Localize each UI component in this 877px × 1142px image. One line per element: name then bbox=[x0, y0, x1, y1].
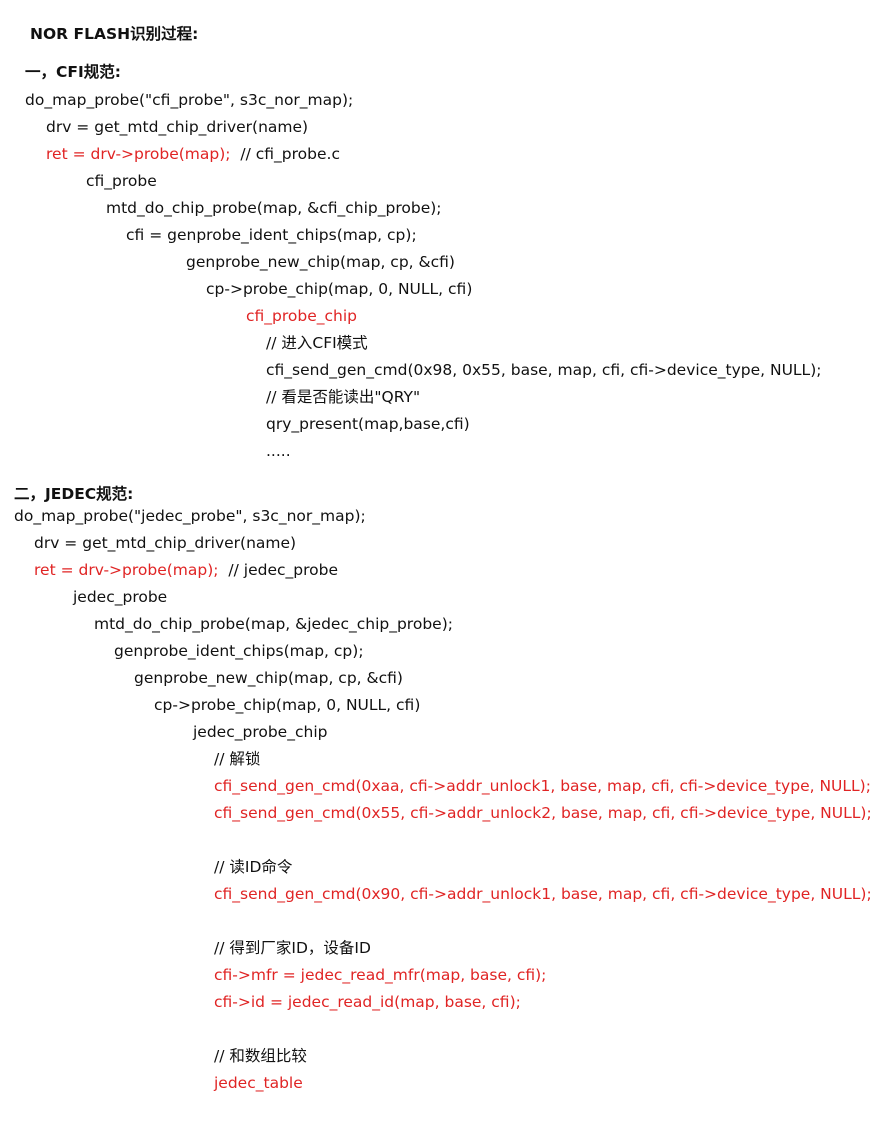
code-line: genprobe_ident_chips(map, cp); bbox=[114, 642, 364, 660]
code-line: cfi_send_gen_cmd(0x98, 0x55, base, map, … bbox=[266, 361, 822, 379]
code-comment: // jedec_probe bbox=[218, 561, 338, 579]
code-line: do_map_probe("cfi_probe", s3c_nor_map); bbox=[25, 91, 354, 109]
code-line-highlight: cfi_send_gen_cmd(0xaa, cfi->addr_unlock1… bbox=[214, 777, 871, 795]
code-line: cfi_probe bbox=[86, 172, 157, 190]
code-comment: // cfi_probe.c bbox=[230, 145, 340, 163]
code-line: genprobe_new_chip(map, cp, &cfi) bbox=[186, 253, 455, 271]
code-comment: // 和数组比较 bbox=[214, 1047, 307, 1065]
code-line: cp->probe_chip(map, 0, NULL, cfi) bbox=[154, 696, 421, 714]
code-line: qry_present(map,base,cfi) bbox=[266, 415, 470, 433]
code-line-highlight: ret = drv->probe(map); // cfi_probe.c bbox=[46, 144, 340, 164]
code-line: jedec_probe_chip bbox=[193, 723, 328, 741]
cfi-heading: 一，CFI规范: bbox=[25, 63, 121, 81]
code-line: jedec_probe bbox=[73, 588, 168, 606]
code-comment: // 读ID命令 bbox=[214, 858, 293, 876]
code-line-highlight: ret = drv->probe(map); // jedec_probe bbox=[34, 560, 338, 580]
code-comment: // 得到厂家ID，设备ID bbox=[214, 939, 371, 957]
code-line: cp->probe_chip(map, 0, NULL, cfi) bbox=[206, 280, 473, 298]
page-title: NOR FLASH识别过程: bbox=[30, 25, 199, 43]
code-comment: // 解锁 bbox=[214, 750, 261, 768]
code-line: cfi = genprobe_ident_chips(map, cp); bbox=[126, 226, 417, 244]
code-line-highlight: cfi_send_gen_cmd(0x90, cfi->addr_unlock1… bbox=[214, 885, 872, 903]
code-line-highlight: cfi_probe_chip bbox=[246, 307, 358, 325]
code-fragment-highlight: ret = drv->probe(map); bbox=[46, 145, 231, 163]
code-line: mtd_do_chip_probe(map, &jedec_chip_probe… bbox=[94, 615, 453, 633]
code-line: ..... bbox=[266, 442, 291, 460]
code-line: mtd_do_chip_probe(map, &cfi_chip_probe); bbox=[106, 199, 442, 217]
jedec-heading: 二，JEDEC规范: bbox=[14, 485, 134, 503]
code-line: genprobe_new_chip(map, cp, &cfi) bbox=[134, 669, 403, 687]
code-line: drv = get_mtd_chip_driver(name) bbox=[46, 118, 309, 136]
code-line-highlight: jedec_table bbox=[214, 1074, 303, 1092]
code-line-highlight: cfi_send_gen_cmd(0x55, cfi->addr_unlock2… bbox=[214, 804, 872, 822]
code-comment: // 看是否能读出"QRY" bbox=[266, 388, 421, 406]
code-comment: // 进入CFI模式 bbox=[266, 334, 368, 352]
code-line: drv = get_mtd_chip_driver(name) bbox=[34, 534, 297, 552]
code-line-highlight: cfi->id = jedec_read_id(map, base, cfi); bbox=[214, 993, 521, 1011]
code-line: do_map_probe("jedec_probe", s3c_nor_map)… bbox=[14, 507, 366, 525]
code-line-highlight: cfi->mfr = jedec_read_mfr(map, base, cfi… bbox=[214, 966, 547, 984]
code-fragment-highlight: ret = drv->probe(map); bbox=[34, 561, 219, 579]
